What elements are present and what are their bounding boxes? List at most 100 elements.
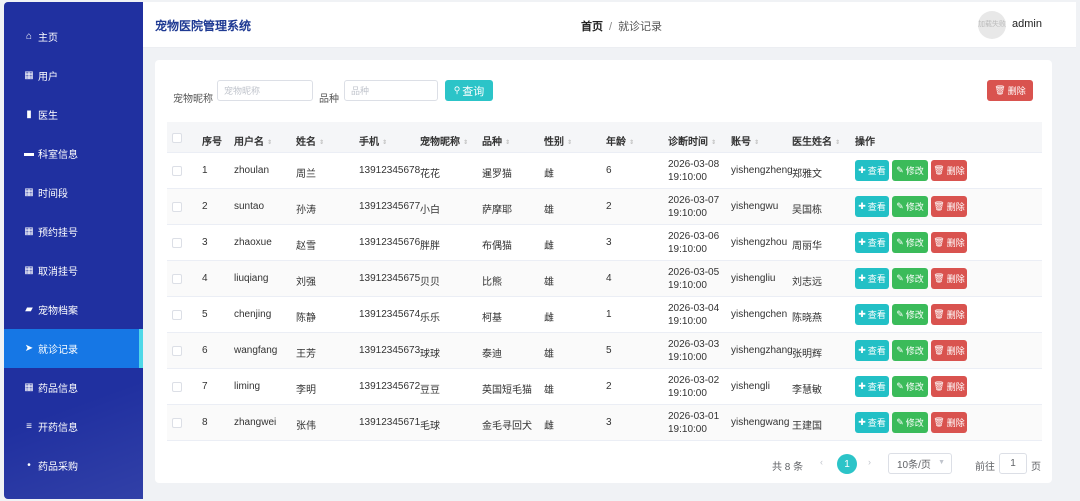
view-button[interactable]: ✚ 查看 bbox=[855, 196, 889, 217]
avatar[interactable]: 加载失败 bbox=[978, 11, 1006, 39]
delete-button[interactable]: 🗑 删除 bbox=[931, 268, 967, 289]
row-checkbox[interactable] bbox=[172, 418, 182, 428]
row-checkbox[interactable] bbox=[172, 238, 182, 248]
edit-button[interactable]: ✎ 修改 bbox=[892, 268, 928, 289]
delete-button-label: 删除 bbox=[946, 382, 965, 392]
sidebar-item-8[interactable]: ▰ 宠物档案 bbox=[4, 290, 143, 329]
table-cell: 13912345678 bbox=[359, 165, 421, 176]
delete-button[interactable]: 🗑 删除 bbox=[931, 232, 967, 253]
delete-button[interactable]: 🗑 删除 bbox=[931, 412, 967, 433]
select-all-checkbox[interactable] bbox=[172, 133, 182, 143]
column-header[interactable]: 姓名 ⇕ bbox=[296, 133, 324, 148]
view-button-label: 查看 bbox=[867, 310, 886, 320]
column-header[interactable]: 诊断时间 ⇕ bbox=[668, 133, 716, 148]
delete-button[interactable]: 🗑 删除 bbox=[931, 160, 967, 181]
sort-icon[interactable]: ⇕ bbox=[382, 140, 387, 146]
sidebar-item-9[interactable]: ➤ 就诊记录 bbox=[4, 329, 143, 368]
edit-button[interactable]: ✎ 修改 bbox=[892, 376, 928, 397]
delete-button[interactable]: 🗑 删除 bbox=[931, 376, 967, 397]
sidebar-item-3[interactable]: ▮ 医生 bbox=[4, 95, 143, 134]
table-cell: 张明辉 bbox=[792, 349, 822, 360]
sort-icon[interactable]: ⇕ bbox=[567, 140, 572, 146]
sidebar-item-10[interactable]: ▦ 药品信息 bbox=[4, 368, 143, 407]
delete-button[interactable]: 🗑 删除 bbox=[931, 340, 967, 361]
row-checkbox[interactable] bbox=[172, 202, 182, 212]
table-cell: 吴国栋 bbox=[792, 205, 822, 216]
edit-button[interactable]: ✎ 修改 bbox=[892, 412, 928, 433]
table-cell: 3 bbox=[606, 237, 612, 248]
table-cell: 花花 bbox=[420, 169, 440, 180]
sidebar-item-2[interactable]: ▦ 用户 bbox=[4, 56, 143, 95]
next-page-icon[interactable]: › bbox=[868, 457, 871, 467]
sort-icon[interactable]: ⇕ bbox=[711, 140, 716, 146]
sort-icon[interactable]: ⇕ bbox=[835, 140, 840, 146]
batch-delete-button[interactable]: 🗑 删除 bbox=[987, 80, 1033, 101]
column-header[interactable]: 用户名 ⇕ bbox=[234, 133, 272, 148]
breadcrumb-home[interactable]: 首页 bbox=[581, 21, 603, 33]
view-button[interactable]: ✚ 查看 bbox=[855, 412, 889, 433]
table-cell: suntao bbox=[234, 201, 265, 212]
edit-button-label: 修改 bbox=[905, 346, 924, 356]
view-button-label: 查看 bbox=[867, 418, 886, 428]
sidebar-item-label: 预约挂号 bbox=[38, 228, 78, 239]
sort-icon[interactable]: ⇕ bbox=[754, 140, 759, 146]
breed-search-input[interactable] bbox=[344, 80, 438, 101]
column-header[interactable]: 医生姓名 ⇕ bbox=[792, 133, 840, 148]
view-button[interactable]: ✚ 查看 bbox=[855, 268, 889, 289]
edit-button[interactable]: ✎ 修改 bbox=[892, 160, 928, 181]
column-header[interactable]: 手机 ⇕ bbox=[359, 133, 387, 148]
column-header[interactable]: 年龄 ⇕ bbox=[606, 133, 634, 148]
sidebar-item-11[interactable]: ≡ 开药信息 bbox=[4, 407, 143, 446]
table-cell: 6 bbox=[606, 165, 612, 176]
row-checkbox[interactable] bbox=[172, 346, 182, 356]
sidebar-item-1[interactable]: ⌂ 主页 bbox=[4, 17, 143, 56]
delete-button[interactable]: 🗑 删除 bbox=[931, 196, 967, 217]
goto-page-input[interactable] bbox=[999, 453, 1027, 474]
column-header[interactable]: 品种 ⇕ bbox=[482, 133, 510, 148]
sidebar-item-7[interactable]: ▦ 取消挂号 bbox=[4, 251, 143, 290]
sidebar-item-12[interactable]: • 药品采购 bbox=[4, 446, 143, 485]
sort-icon[interactable]: ⇕ bbox=[629, 140, 634, 146]
eye-icon: ✚ bbox=[858, 237, 866, 247]
view-button[interactable]: ✚ 查看 bbox=[855, 304, 889, 325]
eye-icon: ✚ bbox=[858, 201, 866, 211]
row-checkbox[interactable] bbox=[172, 382, 182, 392]
sort-icon[interactable]: ⇕ bbox=[505, 140, 510, 146]
row-checkbox[interactable] bbox=[172, 310, 182, 320]
sidebar-item-4[interactable]: ▬ 科室信息 bbox=[4, 134, 143, 173]
sidebar-item-5[interactable]: ▦ 时间段 bbox=[4, 173, 143, 212]
delete-button[interactable]: 🗑 删除 bbox=[931, 304, 967, 325]
row-checkbox[interactable] bbox=[172, 274, 182, 284]
sort-icon[interactable]: ⇕ bbox=[463, 140, 468, 146]
edit-button[interactable]: ✎ 修改 bbox=[892, 304, 928, 325]
username[interactable]: admin bbox=[1012, 18, 1042, 30]
trash-icon: 🗑 bbox=[933, 381, 945, 391]
table-cell: 毛球 bbox=[420, 421, 440, 432]
view-button[interactable]: ✚ 查看 bbox=[855, 340, 889, 361]
page-number-1[interactable]: 1 bbox=[837, 454, 857, 474]
edit-icon: ✎ bbox=[896, 201, 904, 211]
view-button[interactable]: ✚ 查看 bbox=[855, 160, 889, 181]
nickname-search-input[interactable] bbox=[217, 80, 313, 101]
page-size-select[interactable]: 10条/页 ▼ bbox=[888, 453, 952, 474]
prev-page-icon[interactable]: ‹ bbox=[820, 457, 823, 467]
edit-button[interactable]: ✎ 修改 bbox=[892, 340, 928, 361]
column-header[interactable]: 账号 ⇕ bbox=[731, 133, 759, 148]
view-button[interactable]: ✚ 查看 bbox=[855, 376, 889, 397]
search-button[interactable]: ⚲ 查询 bbox=[445, 80, 493, 101]
send-icon: ➤ bbox=[24, 343, 34, 354]
sort-icon[interactable]: ⇕ bbox=[267, 140, 272, 146]
eye-icon: ✚ bbox=[858, 381, 866, 391]
view-button[interactable]: ✚ 查看 bbox=[855, 232, 889, 253]
delete-button-label: 删除 bbox=[946, 274, 965, 284]
edit-button[interactable]: ✎ 修改 bbox=[892, 196, 928, 217]
table-row: 2 suntao 孙涛 13912345677 小白 萨摩耶 雄 2 2026-03-07 19… bbox=[167, 189, 1042, 225]
sidebar-item-6[interactable]: ▦ 预约挂号 bbox=[4, 212, 143, 251]
table-cell: 3 bbox=[202, 237, 208, 248]
table-row: 4 liuqiang 刘强 13912345675 贝贝 比熊 雄 4 2026-03-05 1… bbox=[167, 261, 1042, 297]
sort-icon[interactable]: ⇕ bbox=[319, 140, 324, 146]
edit-button[interactable]: ✎ 修改 bbox=[892, 232, 928, 253]
row-checkbox[interactable] bbox=[172, 166, 182, 176]
column-header[interactable]: 宠物昵称 ⇕ bbox=[420, 133, 468, 148]
column-header[interactable]: 性别 ⇕ bbox=[544, 133, 572, 148]
